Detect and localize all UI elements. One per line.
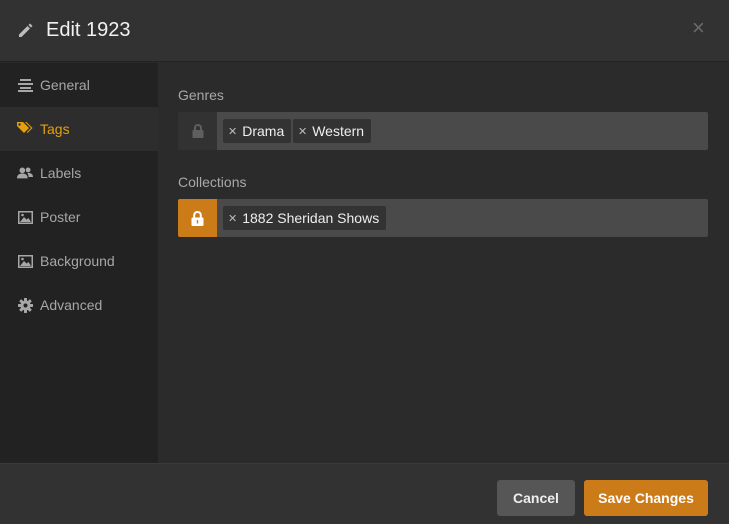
genres-lock-toggle[interactable] [178, 112, 217, 150]
genres-tag-input[interactable]: ✕ Drama ✕ Western [217, 112, 708, 150]
tag-chip-1882-sheridan-shows[interactable]: ✕ 1882 Sheridan Shows [223, 206, 387, 230]
close-icon[interactable]: × [692, 17, 705, 39]
sidebar-item-labels[interactable]: Labels [0, 151, 158, 195]
sidebar-item-label: General [40, 77, 90, 93]
image-icon [17, 209, 33, 225]
sidebar-item-tags[interactable]: Tags [0, 107, 158, 151]
remove-tag-icon[interactable]: ✕ [228, 212, 237, 225]
sidebar-item-advanced[interactable]: Advanced [0, 283, 158, 327]
modal-title: Edit 1923 [46, 19, 131, 41]
collections-lock-toggle[interactable] [178, 199, 217, 237]
cancel-button[interactable]: Cancel [497, 480, 575, 516]
modal-header: Edit 1923 × [0, 0, 729, 62]
remove-tag-icon[interactable]: ✕ [298, 125, 307, 138]
tag-chip-label: Western [312, 123, 365, 139]
remove-tag-icon[interactable]: ✕ [228, 125, 237, 138]
list-icon [17, 77, 33, 93]
tag-chip-western[interactable]: ✕ Western [293, 119, 372, 143]
sidebar-item-label: Poster [40, 209, 81, 225]
image-icon [17, 253, 33, 269]
users-icon [17, 165, 33, 181]
sidebar-item-label: Advanced [40, 297, 103, 313]
lock-icon [192, 124, 203, 138]
save-changes-button[interactable]: Save Changes [584, 480, 708, 516]
collections-tag-input[interactable]: ✕ 1882 Sheridan Shows [217, 199, 708, 237]
sidebar-item-general[interactable]: General [0, 63, 158, 107]
sidebar: General Tags Labels Poster Background Ad… [0, 63, 158, 463]
genres-label: Genres [178, 87, 224, 103]
lock-icon [191, 210, 204, 226]
gear-icon [17, 297, 33, 313]
tag-chip-label: 1882 Sheridan Shows [242, 210, 380, 226]
tag-chip-label: Drama [242, 123, 285, 139]
sidebar-item-background[interactable]: Background [0, 239, 158, 283]
tag-icon [17, 121, 33, 137]
modal-footer: Cancel Save Changes [0, 463, 729, 524]
sidebar-item-label: Labels [40, 165, 82, 181]
sidebar-item-poster[interactable]: Poster [0, 195, 158, 239]
sidebar-item-label: Background [40, 253, 115, 269]
collections-label: Collections [178, 174, 247, 190]
tag-chip-drama[interactable]: ✕ Drama [223, 119, 292, 143]
pencil-icon [19, 23, 33, 37]
tags-panel: Genres ✕ Drama ✕ Western Collections ✕ 1… [158, 63, 729, 463]
sidebar-item-label: Tags [40, 121, 70, 137]
